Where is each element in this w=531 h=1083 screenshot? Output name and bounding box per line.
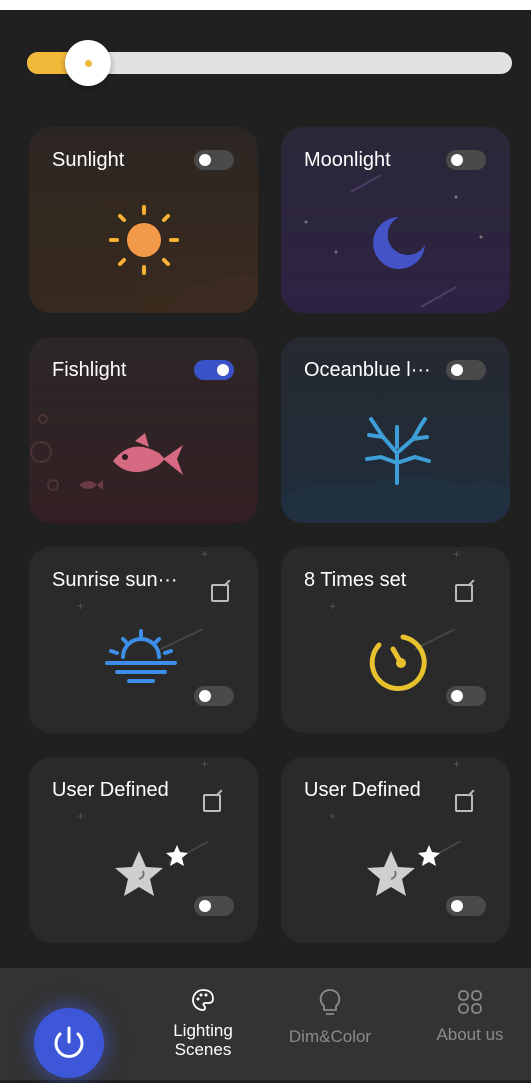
top-edge xyxy=(0,0,531,10)
scene-title: Sunlight xyxy=(52,149,125,171)
nav-label: Lighting Scenes xyxy=(173,1021,233,1059)
sparkle-decoration: + xyxy=(77,599,85,613)
scene-card-fishlight[interactable]: Fishlight xyxy=(29,337,258,523)
nav-item-about-us[interactable]: About us xyxy=(415,988,525,1045)
scene-toggle[interactable] xyxy=(194,360,234,380)
moon-icon xyxy=(373,217,425,269)
sparkle-decoration: + xyxy=(453,547,461,561)
sparkle-decoration: + xyxy=(329,599,337,613)
scene-title: Sunrise sun··· xyxy=(52,569,178,591)
scene-toggle[interactable] xyxy=(194,896,234,916)
stars-icon xyxy=(115,841,209,896)
nav-item-lighting-scenes[interactable]: Lighting Scenes xyxy=(148,988,258,1059)
scene-toggle[interactable] xyxy=(446,150,486,170)
grid-icon xyxy=(458,990,482,1014)
sunrise-icon xyxy=(105,628,203,683)
scene-title: Oceanblue l··· xyxy=(304,359,431,381)
sparkle-decoration: + xyxy=(201,547,209,561)
scene-toggle[interactable] xyxy=(194,686,234,706)
scene-toggle[interactable] xyxy=(194,150,234,170)
scene-title: User Defined xyxy=(304,779,421,801)
brightness-slider[interactable] xyxy=(27,40,512,86)
scene-title: Moonlight xyxy=(304,149,391,171)
fish-icon xyxy=(113,433,183,475)
nav-label: Dim&Color xyxy=(288,1027,372,1046)
edit-icon[interactable] xyxy=(203,794,221,812)
sparkle-decoration: + xyxy=(453,757,461,771)
nav-item-dim-color[interactable]: Dim&Color xyxy=(275,988,385,1047)
palette-icon xyxy=(192,989,214,1011)
edit-icon[interactable] xyxy=(455,794,473,812)
nav-label: About us xyxy=(436,1025,504,1044)
power-icon xyxy=(54,1026,84,1058)
sparkle-decoration: + xyxy=(201,757,209,771)
scene-title: 8 Times set xyxy=(304,569,407,591)
scene-card-8-times-set[interactable]: + + 8 Times set xyxy=(281,547,510,733)
scene-card-user-defined-2[interactable]: + + User Defined xyxy=(281,757,510,943)
scene-toggle[interactable] xyxy=(446,360,486,380)
scene-card-sunrise-sunset[interactable]: + + Sunrise sun··· xyxy=(29,547,258,733)
sun-icon xyxy=(109,205,179,275)
timer-icon xyxy=(369,628,455,691)
scene-title: Fishlight xyxy=(52,359,127,381)
bulb-icon xyxy=(319,989,341,1015)
sparkle-decoration: + xyxy=(329,809,337,823)
scene-toggle[interactable] xyxy=(446,896,486,916)
scene-title: User Defined xyxy=(52,779,169,801)
edit-icon[interactable] xyxy=(455,584,473,602)
coral-icon xyxy=(365,417,431,485)
brightness-slider-thumb[interactable] xyxy=(65,40,111,86)
edit-icon[interactable] xyxy=(211,584,229,602)
scene-card-oceanblue[interactable]: Oceanblue l··· xyxy=(281,337,510,523)
stars-icon xyxy=(367,841,461,896)
scene-card-moonlight[interactable]: Moonlight xyxy=(281,127,510,313)
scene-toggle[interactable] xyxy=(446,686,486,706)
scene-card-sunlight[interactable]: Sunlight xyxy=(29,127,258,313)
scene-card-user-defined-1[interactable]: + + User Defined xyxy=(29,757,258,943)
sparkle-decoration: + xyxy=(77,809,85,823)
power-button[interactable] xyxy=(34,1008,104,1078)
